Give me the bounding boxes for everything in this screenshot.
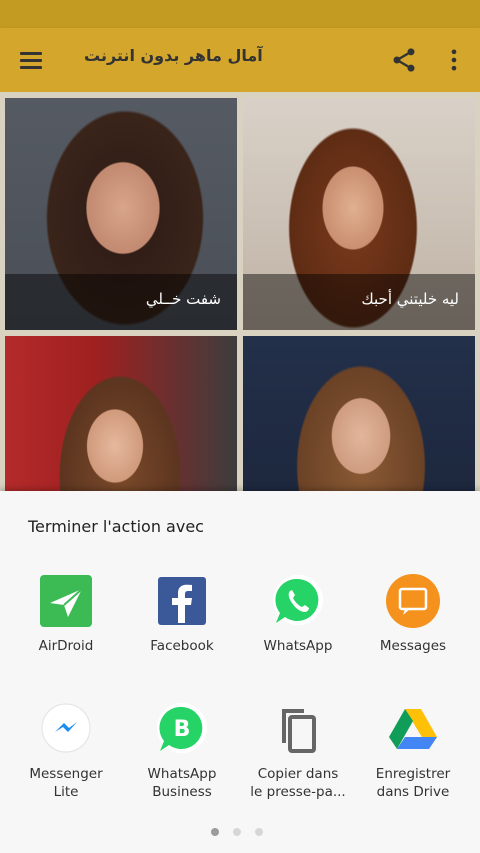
singer-photo (243, 336, 475, 492)
share-target-airdroid[interactable]: AirDroid (8, 573, 124, 655)
share-target-label: AirDroid (38, 638, 94, 654)
song-card[interactable]: ليه خليتني أحبك (243, 98, 475, 330)
share-target-label: Copier dans le presse-pa... (250, 766, 346, 800)
share-target-label: Messages (379, 638, 447, 654)
messenger-lite-icon (38, 701, 94, 757)
share-target-label: Messenger Lite (29, 766, 103, 800)
whatsapp-business-icon: B (154, 701, 210, 757)
share-target-messages[interactable]: Messages (355, 573, 471, 655)
song-card[interactable]: شفت خــلي (5, 98, 237, 330)
share-sheet: Terminer l'action avec AirDroid Facebook… (0, 491, 480, 853)
share-target-label: Facebook (150, 638, 214, 654)
messages-icon (385, 573, 441, 629)
page-dot[interactable] (233, 828, 241, 836)
page-dot[interactable] (211, 828, 219, 836)
facebook-icon (154, 573, 210, 629)
whatsapp-icon (270, 573, 326, 629)
share-target-messenger-lite[interactable]: Messenger Lite (8, 701, 124, 801)
more-vert-icon[interactable] (440, 46, 468, 74)
share-target-copy[interactable]: Copier dans le presse-pa... (240, 701, 356, 801)
card-caption: ليه خليتني أحبك (243, 274, 475, 330)
share-target-label: WhatsApp (263, 638, 333, 654)
share-target-whatsapp[interactable]: WhatsApp (240, 573, 356, 655)
drive-icon (385, 701, 441, 757)
app-title: آمال ماهر بدون انترنت (84, 46, 263, 65)
airdroid-icon (38, 573, 94, 629)
svg-text:B: B (174, 717, 191, 742)
share-target-facebook[interactable]: Facebook (124, 573, 240, 655)
status-bar (0, 0, 480, 28)
menu-icon[interactable] (18, 48, 46, 72)
share-target-drive[interactable]: Enregistrer dans Drive (355, 701, 471, 801)
share-sheet-title: Terminer l'action avec (28, 517, 204, 536)
share-target-whatsapp-business[interactable]: B WhatsApp Business (124, 701, 240, 801)
copy-icon (270, 701, 326, 757)
song-card[interactable] (243, 336, 475, 492)
page-indicator (211, 828, 271, 838)
page-dot[interactable] (255, 828, 263, 836)
song-card[interactable] (5, 336, 237, 492)
share-icon[interactable] (390, 46, 418, 74)
app-bar: آمال ماهر بدون انترنت (0, 28, 480, 92)
card-caption: شفت خــلي (5, 274, 237, 330)
singer-photo (5, 336, 237, 492)
share-target-label: Enregistrer dans Drive (375, 766, 451, 800)
song-grid: شفت خــلي ليه خليتني أحبك (0, 92, 480, 492)
share-target-label: WhatsApp Business (147, 766, 217, 800)
